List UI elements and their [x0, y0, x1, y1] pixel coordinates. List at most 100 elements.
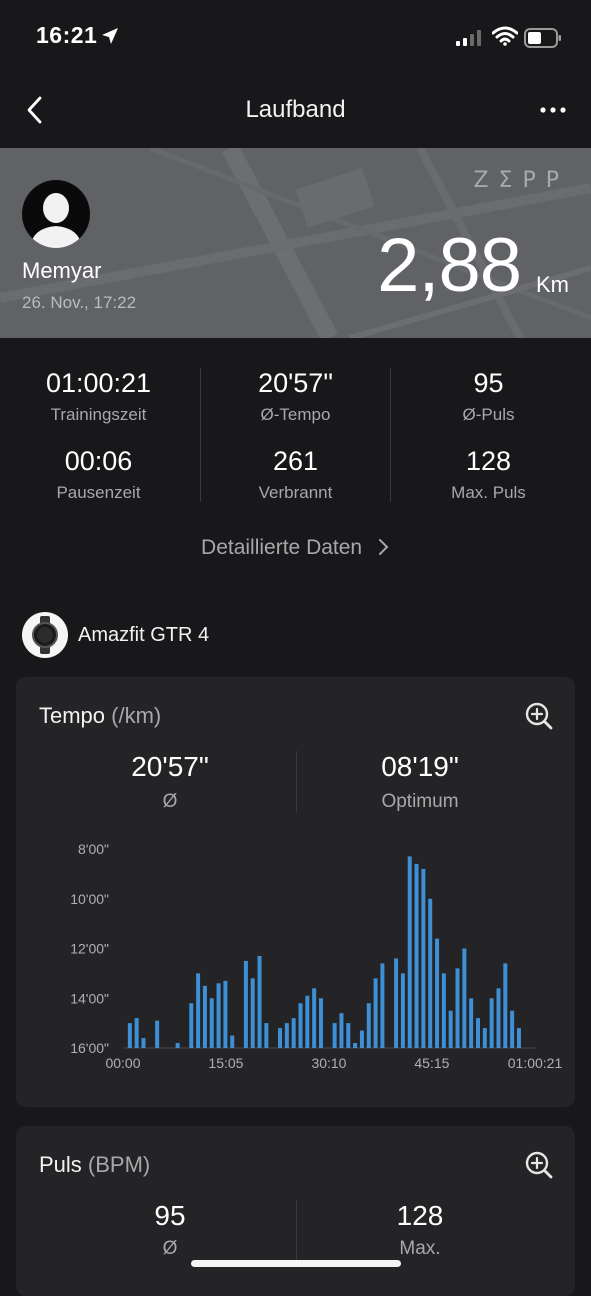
stat-label: Max. Puls [451, 483, 526, 502]
pulse-avg-label: Ø [162, 1238, 178, 1259]
pace-bar [332, 1023, 337, 1048]
battery-icon [524, 28, 561, 48]
pace-bar [230, 1035, 235, 1048]
chevron-right-icon [378, 539, 389, 555]
zoom-in-icon[interactable] [524, 1150, 554, 1180]
pace-bar [318, 998, 323, 1048]
stat-training-time: 01:00:21 Trainingszeit [0, 368, 197, 425]
pace-bar [284, 1023, 289, 1048]
pace-bar [339, 1013, 344, 1048]
stat-label: Pausenzeit [56, 483, 141, 502]
pace-bar [482, 1028, 487, 1048]
divider [390, 368, 391, 502]
pace-bar [134, 1018, 139, 1048]
stat-label: Ø-Tempo [260, 405, 331, 424]
more-options-button[interactable] [536, 100, 570, 120]
pace-bar [243, 960, 248, 1048]
x-tick-label: 30:10 [311, 1055, 346, 1071]
pace-bar [141, 1038, 146, 1048]
tempo-card: Tempo (/km) 20'57" Ø 08'19" Optimum 8'00… [16, 677, 575, 1107]
pace-bar [264, 1023, 269, 1048]
pace-bar [189, 1003, 194, 1048]
tempo-unit: (/km) [111, 703, 162, 728]
pace-bar [489, 998, 494, 1048]
tempo-chart: 8'00" 10'00" 12'00" 14'00" 16'00"00:00 15:05 3… [70, 841, 563, 1071]
pace-bar [346, 1023, 351, 1048]
pace-bar [435, 938, 440, 1048]
pace-bar [462, 948, 467, 1048]
wifi-icon [492, 26, 518, 46]
stat-calories-burned: 261 Verbrannt [197, 446, 394, 503]
session-date: 26. Nov., 17:22 [22, 293, 137, 312]
x-tick-label: 15:05 [208, 1055, 243, 1071]
stat-value: 261 [272, 446, 319, 476]
detailed-data-label: Detaillierte Daten [201, 536, 363, 559]
pace-bar [196, 973, 201, 1048]
pace-bar [448, 1010, 453, 1048]
pace-bar [257, 955, 262, 1048]
pace-bar [428, 898, 433, 1048]
workout-summary-header: ZΣPP Memyar 26. Nov., 17:22 2,88 Km [0, 148, 591, 338]
pace-bar [223, 980, 228, 1048]
pace-bar [366, 1003, 371, 1048]
pace-bar [510, 1010, 515, 1048]
x-tick-label: 01:00:21 [508, 1055, 563, 1071]
pace-bar [291, 1018, 296, 1048]
pace-bar [202, 985, 207, 1048]
pace-bar [127, 1023, 132, 1048]
stat-value: 95 [473, 368, 504, 398]
pace-bar [298, 1003, 303, 1048]
y-tick-label: 12'00" [70, 941, 109, 957]
stat-label: Ø-Puls [462, 405, 515, 424]
x-tick-label: 00:00 [105, 1055, 140, 1071]
pace-bar [175, 1043, 180, 1048]
pace-bar [421, 868, 426, 1048]
stat-avg-pulse: 95 Ø-Puls [390, 368, 587, 425]
pulse-title-label: Puls [39, 1152, 82, 1177]
home-indicator[interactable] [191, 1260, 401, 1267]
status-time: 16:21 [36, 22, 98, 48]
pace-bar [373, 978, 378, 1048]
pace-bar [407, 856, 412, 1048]
y-tick-label: 16'00" [70, 1040, 109, 1056]
device-name: Amazfit GTR 4 [78, 624, 210, 646]
stat-label: Verbrannt [258, 483, 333, 502]
pace-bar [503, 963, 508, 1048]
stat-value: 128 [465, 446, 512, 476]
stat-value: 01:00:21 [45, 368, 152, 398]
distance-value: 2,88 [377, 223, 522, 308]
cellular-signal-icon [456, 30, 481, 46]
pace-bar [455, 968, 460, 1048]
pace-bar [496, 988, 501, 1048]
pace-bar [475, 1018, 480, 1048]
y-tick-label: 10'00" [70, 891, 109, 907]
pace-bar [305, 995, 310, 1048]
tempo-best-value: 08'19" [381, 751, 459, 782]
zoom-in-icon[interactable] [524, 701, 554, 731]
divider [200, 368, 201, 502]
zepp-logo: ZΣPP [473, 168, 569, 193]
tempo-avg-label: Ø [162, 791, 178, 812]
tempo-title: Tempo (/km) [39, 703, 161, 729]
pace-bar [312, 988, 317, 1048]
pace-bar [469, 998, 474, 1048]
pulse-unit: (BPM) [87, 1152, 151, 1177]
pace-bar [441, 973, 446, 1048]
pace-bar [359, 1030, 364, 1048]
distance-unit: Km [536, 272, 569, 297]
y-tick-label: 8'00" [78, 841, 109, 857]
pulse-avg-value: 95 [154, 1200, 186, 1231]
tempo-title-label: Tempo [39, 703, 106, 728]
tempo-best-label: Optimum [381, 791, 459, 812]
pace-bar [155, 1020, 160, 1048]
watch-icon [22, 612, 68, 658]
pace-bar [394, 958, 399, 1048]
divider [296, 751, 297, 813]
pace-bar [353, 1043, 358, 1048]
stat-avg-pace: 20'57" Ø-Tempo [197, 368, 394, 425]
pulse-title: Puls (BPM) [39, 1152, 150, 1178]
pace-bar [278, 1028, 283, 1048]
user-name: Memyar [22, 258, 102, 283]
detailed-data-link[interactable]: Detaillierte Daten [0, 536, 591, 560]
page-title: Laufband [245, 96, 346, 123]
